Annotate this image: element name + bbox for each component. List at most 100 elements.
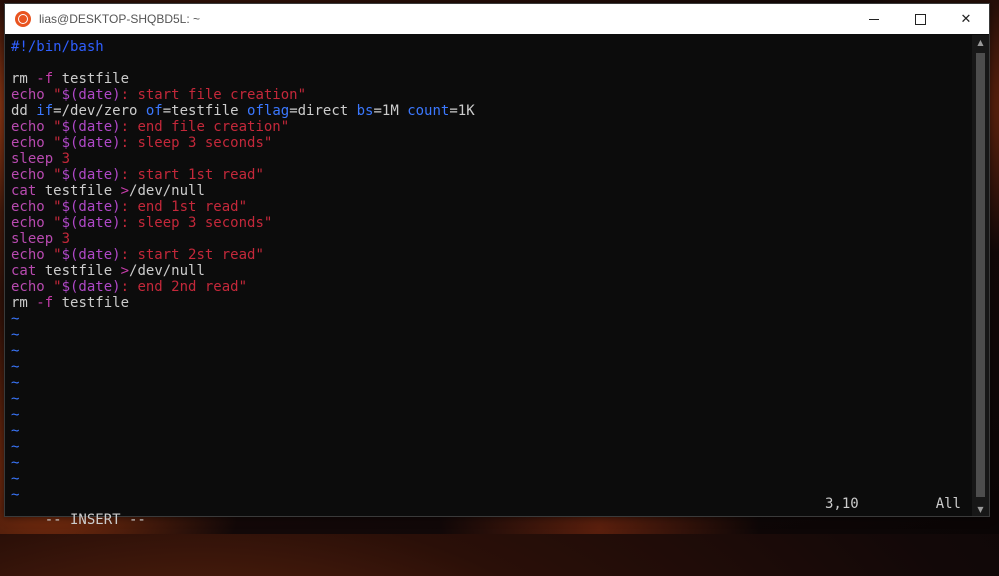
code-token: $(date) xyxy=(61,87,121,103)
code-token: echo xyxy=(11,135,45,151)
minimize-button[interactable] xyxy=(851,4,897,34)
empty-line-tilde: ~ xyxy=(11,439,20,455)
code-token: echo xyxy=(11,87,45,103)
vim-buffer[interactable]: #!/bin/bash rm -f testfile echo "$(date): … xyxy=(5,35,971,516)
window-controls: ✕ xyxy=(851,4,989,34)
code-token: oflag xyxy=(247,103,290,119)
empty-line-tilde: ~ xyxy=(11,391,20,407)
code-line: sleep 3 xyxy=(11,231,971,247)
code-token: rm xyxy=(11,295,28,311)
code-token: $(date) xyxy=(61,167,121,183)
empty-line-tilde: ~ xyxy=(11,327,20,343)
code-token: $(date) xyxy=(61,215,121,231)
code-token: " xyxy=(44,279,62,295)
code-token: 3 xyxy=(53,231,71,247)
code-token: : sleep 3 seconds" xyxy=(120,215,273,231)
empty-line-tilde: ~ xyxy=(11,375,20,391)
scrollbar[interactable]: ▲ ▼ xyxy=(972,35,989,516)
close-icon: ✕ xyxy=(960,11,972,27)
scroll-down-icon[interactable]: ▼ xyxy=(972,502,989,516)
close-button[interactable]: ✕ xyxy=(943,4,989,34)
code-line: echo "$(date): end 1st read" xyxy=(11,199,971,215)
code-token: : start 2st read" xyxy=(120,247,264,263)
code-token: echo xyxy=(11,119,45,135)
code-token: : end 1st read" xyxy=(120,199,248,215)
code-line: echo "$(date): end 2nd read" xyxy=(11,279,971,295)
code-token: cat xyxy=(11,183,37,199)
scroll-position: All xyxy=(935,496,961,512)
code-token: of xyxy=(145,103,163,119)
code-token: " xyxy=(44,87,62,103)
code-line: rm -f testfile xyxy=(11,295,971,311)
code-token: sleep xyxy=(11,151,54,167)
code-token: $(date) xyxy=(61,119,121,135)
maximize-icon xyxy=(914,13,926,25)
code-token: 3 xyxy=(53,151,71,167)
code-token: : sleep 3 seconds" xyxy=(120,135,273,151)
code-token: =testfile xyxy=(162,103,248,119)
code-line: echo "$(date): sleep 3 seconds" xyxy=(11,215,971,231)
code-token: testfile xyxy=(36,183,121,199)
code-token: $(date) xyxy=(61,199,121,215)
code-token: /dev/null xyxy=(129,183,205,199)
code-token: : end file creation" xyxy=(120,119,290,135)
code-line: echo "$(date): start 1st read" xyxy=(11,167,971,183)
title-bar[interactable]: lias@DESKTOP-SHQBD5L: ~ ✕ xyxy=(5,4,989,34)
code-token: $(date) xyxy=(61,135,121,151)
code-line: #!/bin/bash xyxy=(11,39,971,55)
code-token: rm xyxy=(11,71,28,87)
code-line: sleep 3 xyxy=(11,151,971,167)
code-token: testfile xyxy=(53,71,130,87)
vim-status-line: -- INSERT -- 3,10 All xyxy=(11,496,961,528)
empty-line-tilde: ~ xyxy=(11,407,20,423)
terminal-window: lias@DESKTOP-SHQBD5L: ~ ✕ #!/bin/bash rm … xyxy=(4,3,990,528)
code-token: : start 1st read" xyxy=(120,167,264,183)
code-token: testfile xyxy=(53,295,130,311)
code-token: " xyxy=(44,135,62,151)
code-token: testfile xyxy=(36,263,121,279)
code-token: echo xyxy=(11,167,45,183)
minimize-icon xyxy=(869,18,879,20)
code-line: cat testfile >/dev/null xyxy=(11,183,971,199)
maximize-button[interactable] xyxy=(897,4,943,34)
empty-line-tilde: ~ xyxy=(11,343,20,359)
code-token: if xyxy=(36,103,54,119)
empty-line-tilde: ~ xyxy=(11,423,20,439)
window-title: lias@DESKTOP-SHQBD5L: ~ xyxy=(39,12,201,26)
code-token: > xyxy=(120,183,130,199)
code-token: =direct xyxy=(289,103,357,119)
code-token: #!/bin/bash xyxy=(11,39,104,55)
code-token: : end 2nd read" xyxy=(120,279,248,295)
code-token: bs xyxy=(356,103,374,119)
code-line: echo "$(date): end file creation" xyxy=(11,119,971,135)
code-token: echo xyxy=(11,247,45,263)
code-token: > xyxy=(120,263,130,279)
code-token: =1K xyxy=(449,103,475,119)
code-token: $(date) xyxy=(61,247,121,263)
code-line: echo "$(date): start 2st read" xyxy=(11,247,971,263)
scroll-thumb[interactable] xyxy=(976,53,985,497)
code-line: echo "$(date): sleep 3 seconds" xyxy=(11,135,971,151)
code-token: count xyxy=(407,103,450,119)
cursor-position: 3,10 xyxy=(825,496,859,512)
code-token: sleep xyxy=(11,231,54,247)
code-token: " xyxy=(44,119,62,135)
code-token: dd xyxy=(11,103,37,119)
code-token: echo xyxy=(11,215,45,231)
code-token: -f xyxy=(27,295,54,311)
code-token: -f xyxy=(27,71,54,87)
code-token: : start file creation" xyxy=(120,87,307,103)
code-token: cat xyxy=(11,263,37,279)
code-token: " xyxy=(44,247,62,263)
code-line: cat testfile >/dev/null xyxy=(11,263,971,279)
ubuntu-icon[interactable] xyxy=(15,11,31,27)
code-token: =1M xyxy=(373,103,408,119)
code-token: echo xyxy=(11,279,45,295)
code-token: =/dev/zero xyxy=(53,103,146,119)
empty-line-tilde: ~ xyxy=(11,455,20,471)
code-token: echo xyxy=(11,199,45,215)
scroll-up-icon[interactable]: ▲ xyxy=(972,35,989,49)
code-token: " xyxy=(44,199,62,215)
code-line: echo "$(date): start file creation" xyxy=(11,87,971,103)
code-token: $(date) xyxy=(61,279,121,295)
